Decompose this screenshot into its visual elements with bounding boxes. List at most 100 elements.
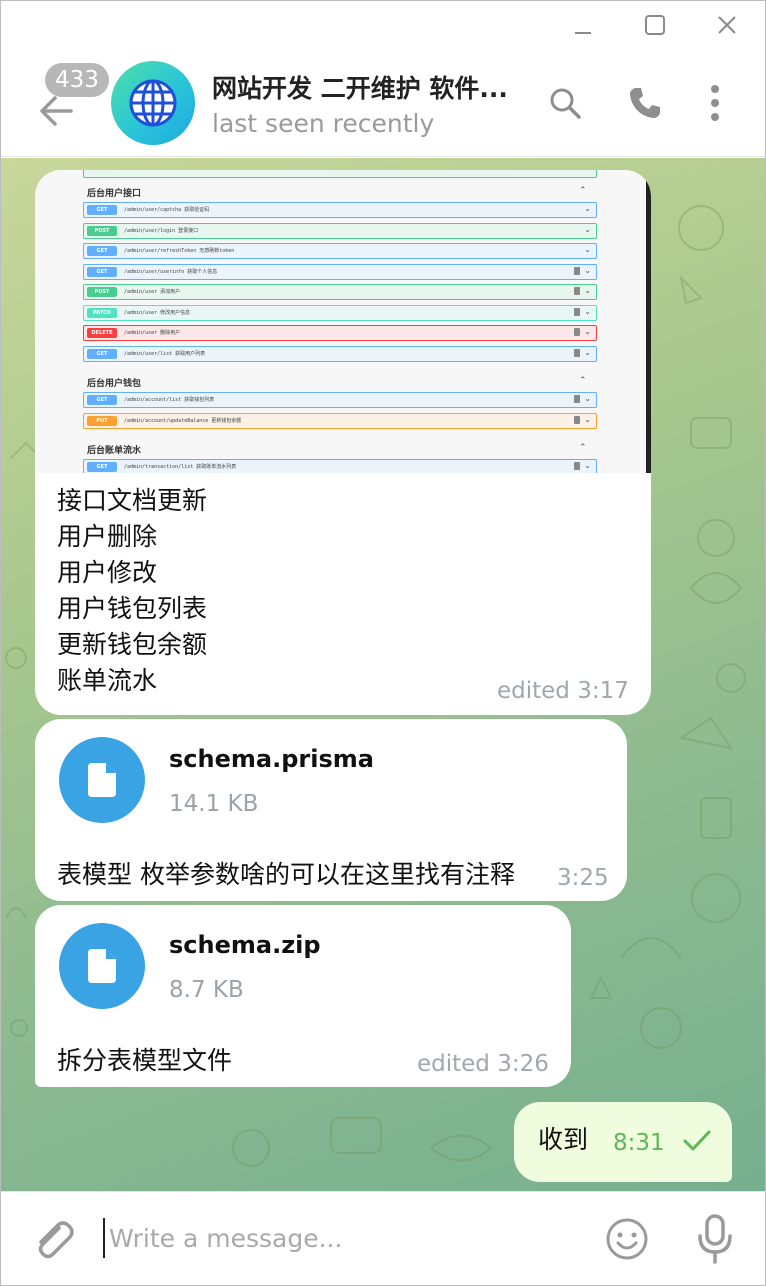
caption-line: 用户修改 [57,558,158,587]
endpoint-path: /admin/account/list 获取钱包列表 [124,397,215,403]
voice-message-button[interactable] [693,1212,737,1266]
api-section-title: 后台用户钱包 [87,379,142,389]
more-vertical-icon [711,85,719,121]
message-caption: 拆分表模型文件 [57,1046,233,1075]
maximize-icon [645,15,665,35]
chevron-down-icon: ⌄ [584,245,591,254]
message-time: 3:25 [557,865,609,891]
endpoint-path: /admin/user/login 登录接口 [124,227,199,234]
file-size: 8.7 KB [169,977,244,1003]
lock-icon [574,287,580,295]
chevron-up-icon: ⌃ [579,186,587,196]
file-download-button[interactable] [59,923,145,1009]
endpoint-row: GET/admin/account/list 获取钱包列表 ⌄ [83,392,597,408]
close-icon [718,16,736,34]
emoji-button[interactable] [604,1216,650,1262]
http-method-badge: POST [87,225,117,236]
message-input[interactable] [103,1218,563,1258]
endpoint-path: /admin/user/userinfo 获取个人信息 [124,268,218,275]
chevron-down-icon: ⌄ [584,306,591,316]
endpoint-row-partial [83,170,597,178]
chevron-down-icon: ⌄ [584,204,591,213]
caption-line: 更新钱包余额 [57,630,208,659]
http-method-badge: GET [87,348,117,359]
lock-icon [574,266,580,275]
chevron-down-icon: ⌄ [584,286,591,295]
phone-icon [630,88,660,118]
chevron-down-icon: ⌄ [584,327,591,336]
message-bubble-3[interactable]: schema.zip 8.7 KB 拆分表模型文件 edited 3:26 [35,905,571,1087]
message-composer [1,1191,765,1285]
http-method-badge: PATCH [87,307,117,318]
http-method-badge: GET [87,462,117,472]
endpoint-path: /admin/user 删除用户 [124,330,181,336]
endpoint-path: /admin/user/refreshToken 无感刷新token [124,248,235,254]
attach-button[interactable] [29,1216,77,1264]
file-size: 14.1 KB [169,791,259,817]
message-time: edited 3:17 [497,678,629,704]
call-button[interactable] [623,81,667,125]
chevron-down-icon: ⌄ [584,265,591,275]
microphone-icon [698,1214,732,1264]
paperclip-icon [38,1221,74,1259]
message-list[interactable]: 后台用户接口 ⌃ GET/admin/user/captcha 获取验证码 ⌄ POST… [1,158,765,1191]
endpoint-row: DELETE/admin/user 删除用户 ⌄ [83,325,597,341]
globe-icon [129,79,177,127]
http-method-badge: PUT [87,415,117,426]
endpoint-row: PUT/admin/account/updateBalance 更新钱包余额 ⌄ [83,412,597,429]
lock-icon [574,462,580,470]
file-icon [88,763,116,797]
endpoint-row: GET/admin/user/captcha 获取验证码 ⌄ [83,202,597,218]
caption-line: 用户删除 [57,522,158,551]
close-button[interactable] [707,7,747,43]
http-method-badge: POST [87,287,117,297]
endpoint-row: POST/admin/user 添加用户 ⌄ [83,284,597,300]
file-download-button[interactable] [59,737,145,823]
http-method-badge: GET [87,395,117,405]
endpoint-row: GET/admin/user/refreshToken 无感刷新token ⌄ [83,243,597,259]
lock-icon [574,328,580,336]
chevron-down-icon: ⌄ [584,224,591,234]
chat-avatar[interactable] [111,61,195,145]
api-section-title: 后台账单流水 [87,446,142,456]
api-docs-screenshot[interactable]: 后台用户接口 ⌃ GET/admin/user/captcha 获取验证码 ⌄ POST… [35,170,651,473]
message-bubble-1[interactable]: 后台用户接口 ⌃ GET/admin/user/captcha 获取验证码 ⌄ POST… [35,170,651,715]
endpoint-row: GET/admin/user/userinfo 获取个人信息 ⌄ [83,263,597,280]
emoji-icon [606,1218,648,1260]
http-method-badge: GET [87,205,117,215]
lock-icon [574,415,580,424]
endpoint-row: PATCH/admin/user 修改用户信息 ⌄ [83,304,597,321]
read-check-icon [683,1130,711,1151]
caption-line: 用户钱包列表 [57,594,208,623]
outgoing-message-bubble[interactable]: 收到 8:31 [514,1102,732,1182]
more-button[interactable] [693,81,737,125]
file-name[interactable]: schema.zip [169,931,321,959]
file-name[interactable]: schema.prisma [169,745,374,773]
message-caption: 表模型 枚举参数啥的可以在这里找有注释 [57,860,515,889]
http-method-badge: GET [87,266,117,277]
lock-icon [574,348,580,357]
api-section-title: 后台用户接口 [87,189,142,199]
http-method-badge: GET [87,246,117,256]
endpoint-path: /admin/transaction/list 获取账单流水列表 [124,464,237,470]
chevron-up-icon: ⌃ [579,376,587,386]
lock-icon [574,307,580,316]
lock-icon [574,395,580,403]
unread-count-badge: 433 [45,63,109,97]
endpoint-path: /admin/user/captcha 获取验证码 [124,207,210,213]
message-bubble-2[interactable]: schema.prisma 14.1 KB 表模型 枚举参数啥的可以在这里找有注… [35,719,627,901]
chevron-down-icon: ⌄ [584,461,591,470]
chevron-down-icon: ⌄ [584,347,591,357]
minimize-icon [575,32,591,34]
search-button[interactable] [543,81,587,125]
message-caption: 接口文档更新 用户删除 用户修改 用户钱包列表 更新钱包余额 账单流水 [57,483,207,699]
message-time: edited 3:26 [417,1051,549,1077]
maximize-button[interactable] [635,7,675,43]
chevron-down-icon: ⌄ [584,394,591,403]
minimize-button[interactable] [563,7,603,43]
endpoint-row: GET/admin/transaction/list 获取账单流水列表 ⌄ [83,459,597,473]
screenshot-scrollbar [646,170,651,473]
chat-title[interactable]: 网站开发 二开维护 软件... [212,69,508,105]
file-icon [88,949,116,983]
endpoint-path: /admin/user 修改用户信息 [124,309,191,316]
